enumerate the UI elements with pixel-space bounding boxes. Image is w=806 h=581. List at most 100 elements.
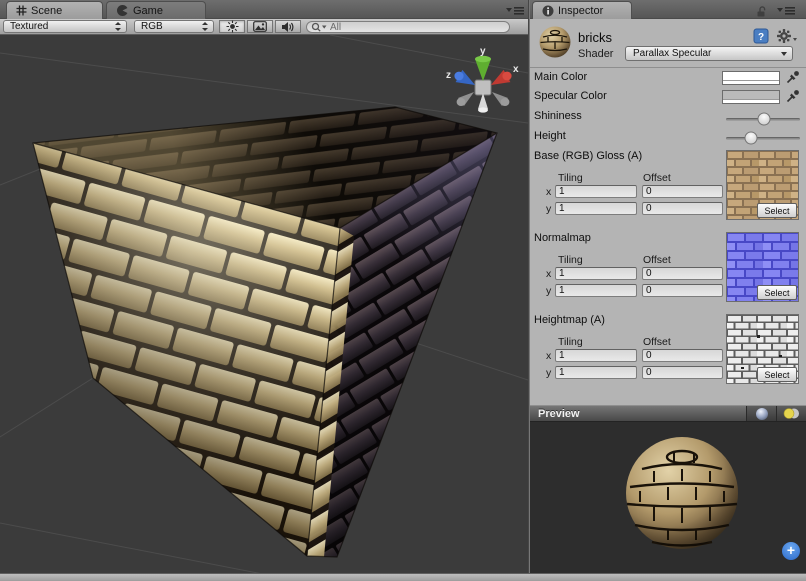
texture-slot-normalmap: Normalmap Tiling Offset x y Select <box>530 232 806 310</box>
specular-color-label: Specular Color <box>534 90 607 102</box>
game-icon <box>116 4 129 17</box>
tiling-y-field[interactable] <box>555 284 637 297</box>
normalmap-select-button[interactable]: Select <box>757 285 797 300</box>
main-color-label: Main Color <box>534 71 587 83</box>
offset-y-field[interactable] <box>642 202 723 215</box>
base-texture-thumbnail[interactable]: Select <box>726 150 799 220</box>
heightmap-texture-thumbnail[interactable]: Select <box>726 314 799 384</box>
offset-header: Offset <box>643 172 671 184</box>
svg-text:?: ? <box>758 32 764 43</box>
shininess-label: Shininess <box>534 110 582 122</box>
offset-x-field[interactable] <box>642 185 723 198</box>
preview-title: Preview <box>538 408 580 420</box>
image-icon <box>253 21 267 32</box>
offset-header: Offset <box>643 254 671 266</box>
material-name: bricks <box>578 30 612 45</box>
preview-viewport[interactable]: + <box>530 422 806 573</box>
slider-thumb[interactable] <box>745 132 758 145</box>
preview-lighting-button[interactable] <box>776 406 806 421</box>
help-icon[interactable]: ? <box>753 28 769 44</box>
lock-icon[interactable] <box>755 5 768 17</box>
scene-toolbar: Textured RGB <box>0 19 528 35</box>
two-lights-icon <box>783 407 800 420</box>
inspector-pane-menu-icon[interactable] <box>776 5 796 16</box>
offset-x-field[interactable] <box>642 349 723 362</box>
slider-thumb[interactable] <box>758 113 771 126</box>
tiling-x-field[interactable] <box>555 185 637 198</box>
tab-scene[interactable]: Scene <box>6 1 103 19</box>
scene-pane-tabstrip: Scene Game <box>0 0 528 19</box>
tiling-y-field[interactable] <box>555 366 637 379</box>
scene-search-field[interactable] <box>306 21 510 33</box>
tab-game[interactable]: Game <box>106 1 206 19</box>
preview-header[interactable]: Preview <box>530 405 806 422</box>
x-row-label: x <box>546 268 551 280</box>
preview-shape-button[interactable] <box>746 406 776 421</box>
height-label: Height <box>534 130 566 142</box>
normalmap-texture-thumbnail[interactable]: Select <box>726 232 799 302</box>
shader-dropdown[interactable]: Parallax Specular <box>625 46 793 61</box>
texture-slot-label: Heightmap (A) <box>534 314 605 326</box>
material-ball-thumbnail <box>538 25 572 59</box>
texture-slot-label: Normalmap <box>534 232 591 244</box>
scene-pane-menu-icon[interactable] <box>505 5 525 16</box>
y-row-label: y <box>546 203 551 215</box>
add-button[interactable]: + <box>782 542 800 560</box>
offset-y-field[interactable] <box>642 284 723 297</box>
gizmo-y-label: y <box>480 46 486 57</box>
x-row-label: x <box>546 186 551 198</box>
heightmap-select-button[interactable]: Select <box>757 367 797 382</box>
tiling-header: Tiling <box>558 336 583 348</box>
gizmo-x-label: x <box>513 64 519 75</box>
speaker-icon <box>281 21 295 33</box>
tab-game-label: Game <box>133 5 163 17</box>
main-color-eyedropper-icon[interactable] <box>786 70 800 84</box>
tab-scene-label: Scene <box>31 5 62 17</box>
texture-slot-base: Base (RGB) Gloss (A) Tiling Offset x y S… <box>530 150 806 228</box>
draw-mode-dropdown[interactable]: Textured <box>3 20 127 33</box>
alpha-strip <box>723 80 779 84</box>
texture-slot-heightmap: Heightmap (A) Tiling Offset x y Select <box>530 314 806 392</box>
tiling-header: Tiling <box>558 254 583 266</box>
gizmo-center-cube[interactable] <box>475 80 491 95</box>
unity-editor-window: { "scene_panel": { "tabs": { "scene": "S… <box>0 0 806 581</box>
y-row-label: y <box>546 285 551 297</box>
shininess-slider[interactable] <box>726 112 800 126</box>
window-bottom-edge <box>0 573 806 581</box>
gizmo-z-label: z <box>446 70 451 81</box>
material-header: bricks Shader Parallax Specular ? <box>530 19 806 68</box>
search-icon <box>311 22 328 33</box>
scene-lighting-toggle[interactable] <box>219 20 245 33</box>
tab-inspector[interactable]: Inspector <box>532 1 632 19</box>
draw-mode-value: Textured <box>4 21 114 32</box>
tiling-x-field[interactable] <box>555 267 637 280</box>
search-input[interactable] <box>330 22 480 33</box>
alpha-strip <box>723 99 779 103</box>
base-select-button[interactable]: Select <box>757 203 797 218</box>
offset-x-field[interactable] <box>642 267 723 280</box>
popup-arrows-icon <box>114 22 123 31</box>
x-row-label: x <box>546 350 551 362</box>
shader-label: Shader <box>578 48 613 60</box>
color-mode-dropdown[interactable]: RGB <box>134 20 214 33</box>
offset-y-field[interactable] <box>642 366 723 379</box>
dropdown-arrow-icon <box>781 52 787 56</box>
main-color-swatch[interactable] <box>722 71 780 85</box>
info-icon <box>542 5 554 17</box>
specular-color-eyedropper-icon[interactable] <box>786 89 800 103</box>
scene-viewport[interactable]: y z x <box>0 35 528 573</box>
slider-track[interactable] <box>726 137 800 140</box>
sphere-icon <box>755 407 769 421</box>
height-slider[interactable] <box>726 131 800 145</box>
tiling-y-field[interactable] <box>555 202 637 215</box>
y-row-label: y <box>546 367 551 379</box>
specular-color-swatch[interactable] <box>722 90 780 104</box>
tiling-x-field[interactable] <box>555 349 637 362</box>
inspector-tabstrip: Inspector <box>530 0 806 19</box>
popup-arrows-icon <box>201 22 210 31</box>
gear-icon[interactable] <box>776 28 798 44</box>
scene-render-mode-button[interactable] <box>247 20 273 33</box>
tiling-header: Tiling <box>558 172 583 184</box>
texture-slot-label: Base (RGB) Gloss (A) <box>534 150 642 162</box>
scene-audio-toggle[interactable] <box>275 20 301 33</box>
